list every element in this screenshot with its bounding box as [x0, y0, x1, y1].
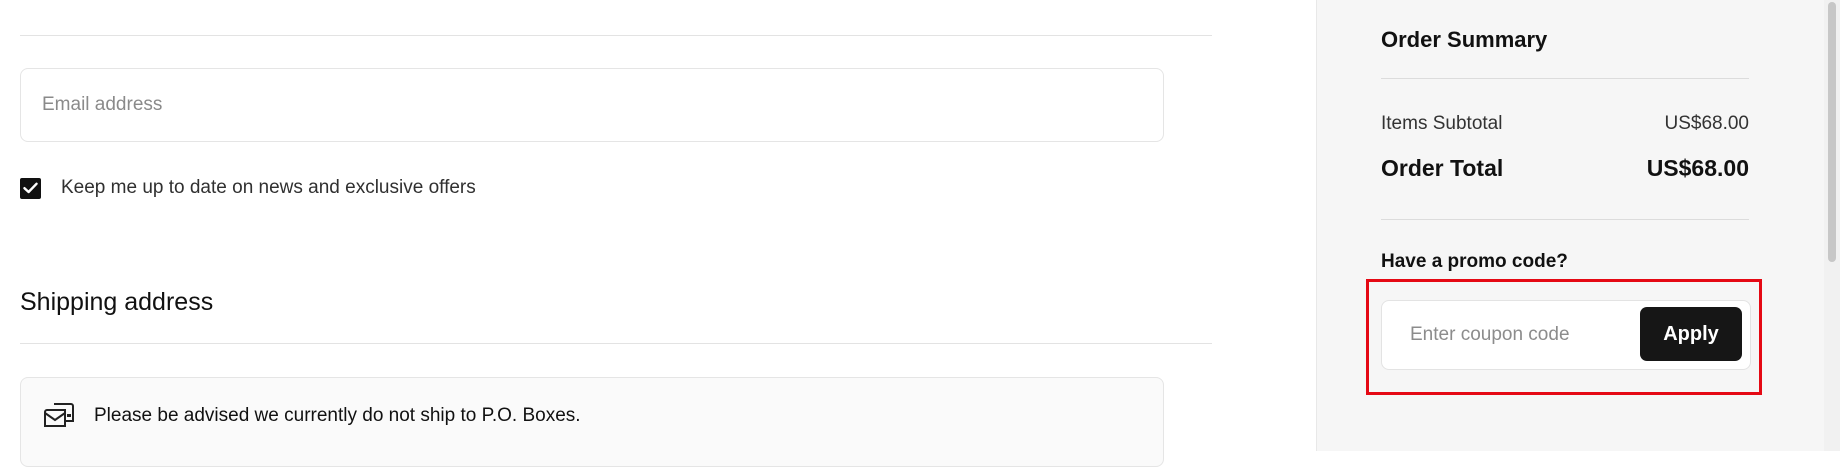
- shipping-address-title: Shipping address: [20, 288, 214, 316]
- coupon-code-input[interactable]: [1382, 301, 1632, 369]
- page-scrollbar[interactable]: [1824, 0, 1840, 451]
- po-box-notice: Please be advised we currently do not sh…: [20, 377, 1164, 467]
- divider: [20, 35, 1212, 36]
- divider: [1381, 219, 1749, 220]
- checkmark-icon: [23, 182, 38, 194]
- order-summary-panel: Order Summary Items Subtotal US$68.00 Or…: [1316, 0, 1824, 451]
- promo-code-label: Have a promo code?: [1381, 251, 1568, 272]
- coupon-field-container: Apply: [1381, 300, 1751, 370]
- subtotal-label: Items Subtotal: [1381, 113, 1503, 134]
- apply-coupon-button[interactable]: Apply: [1640, 307, 1742, 361]
- order-total-value: US$68.00: [1646, 155, 1749, 181]
- email-field-container: [20, 68, 1164, 142]
- newsletter-row: Keep me up to date on news and exclusive…: [20, 176, 476, 200]
- po-box-notice-text: Please be advised we currently do not sh…: [94, 405, 581, 426]
- subtotal-row: Items Subtotal US$68.00: [1381, 113, 1749, 135]
- email-input[interactable]: [21, 69, 1163, 141]
- order-total-label: Order Total: [1381, 155, 1504, 181]
- scrollbar-thumb[interactable]: [1828, 2, 1836, 262]
- newsletter-checkbox[interactable]: [20, 177, 41, 199]
- divider: [1381, 78, 1749, 79]
- divider: [20, 343, 1212, 344]
- order-total-row: Order Total US$68.00: [1381, 155, 1749, 182]
- subtotal-value: US$68.00: [1664, 113, 1749, 134]
- newsletter-label: Keep me up to date on news and exclusive…: [61, 177, 476, 198]
- checkout-main: Keep me up to date on news and exclusive…: [0, 0, 1316, 467]
- mailbox-icon: [44, 403, 74, 427]
- order-summary-title: Order Summary: [1381, 27, 1548, 52]
